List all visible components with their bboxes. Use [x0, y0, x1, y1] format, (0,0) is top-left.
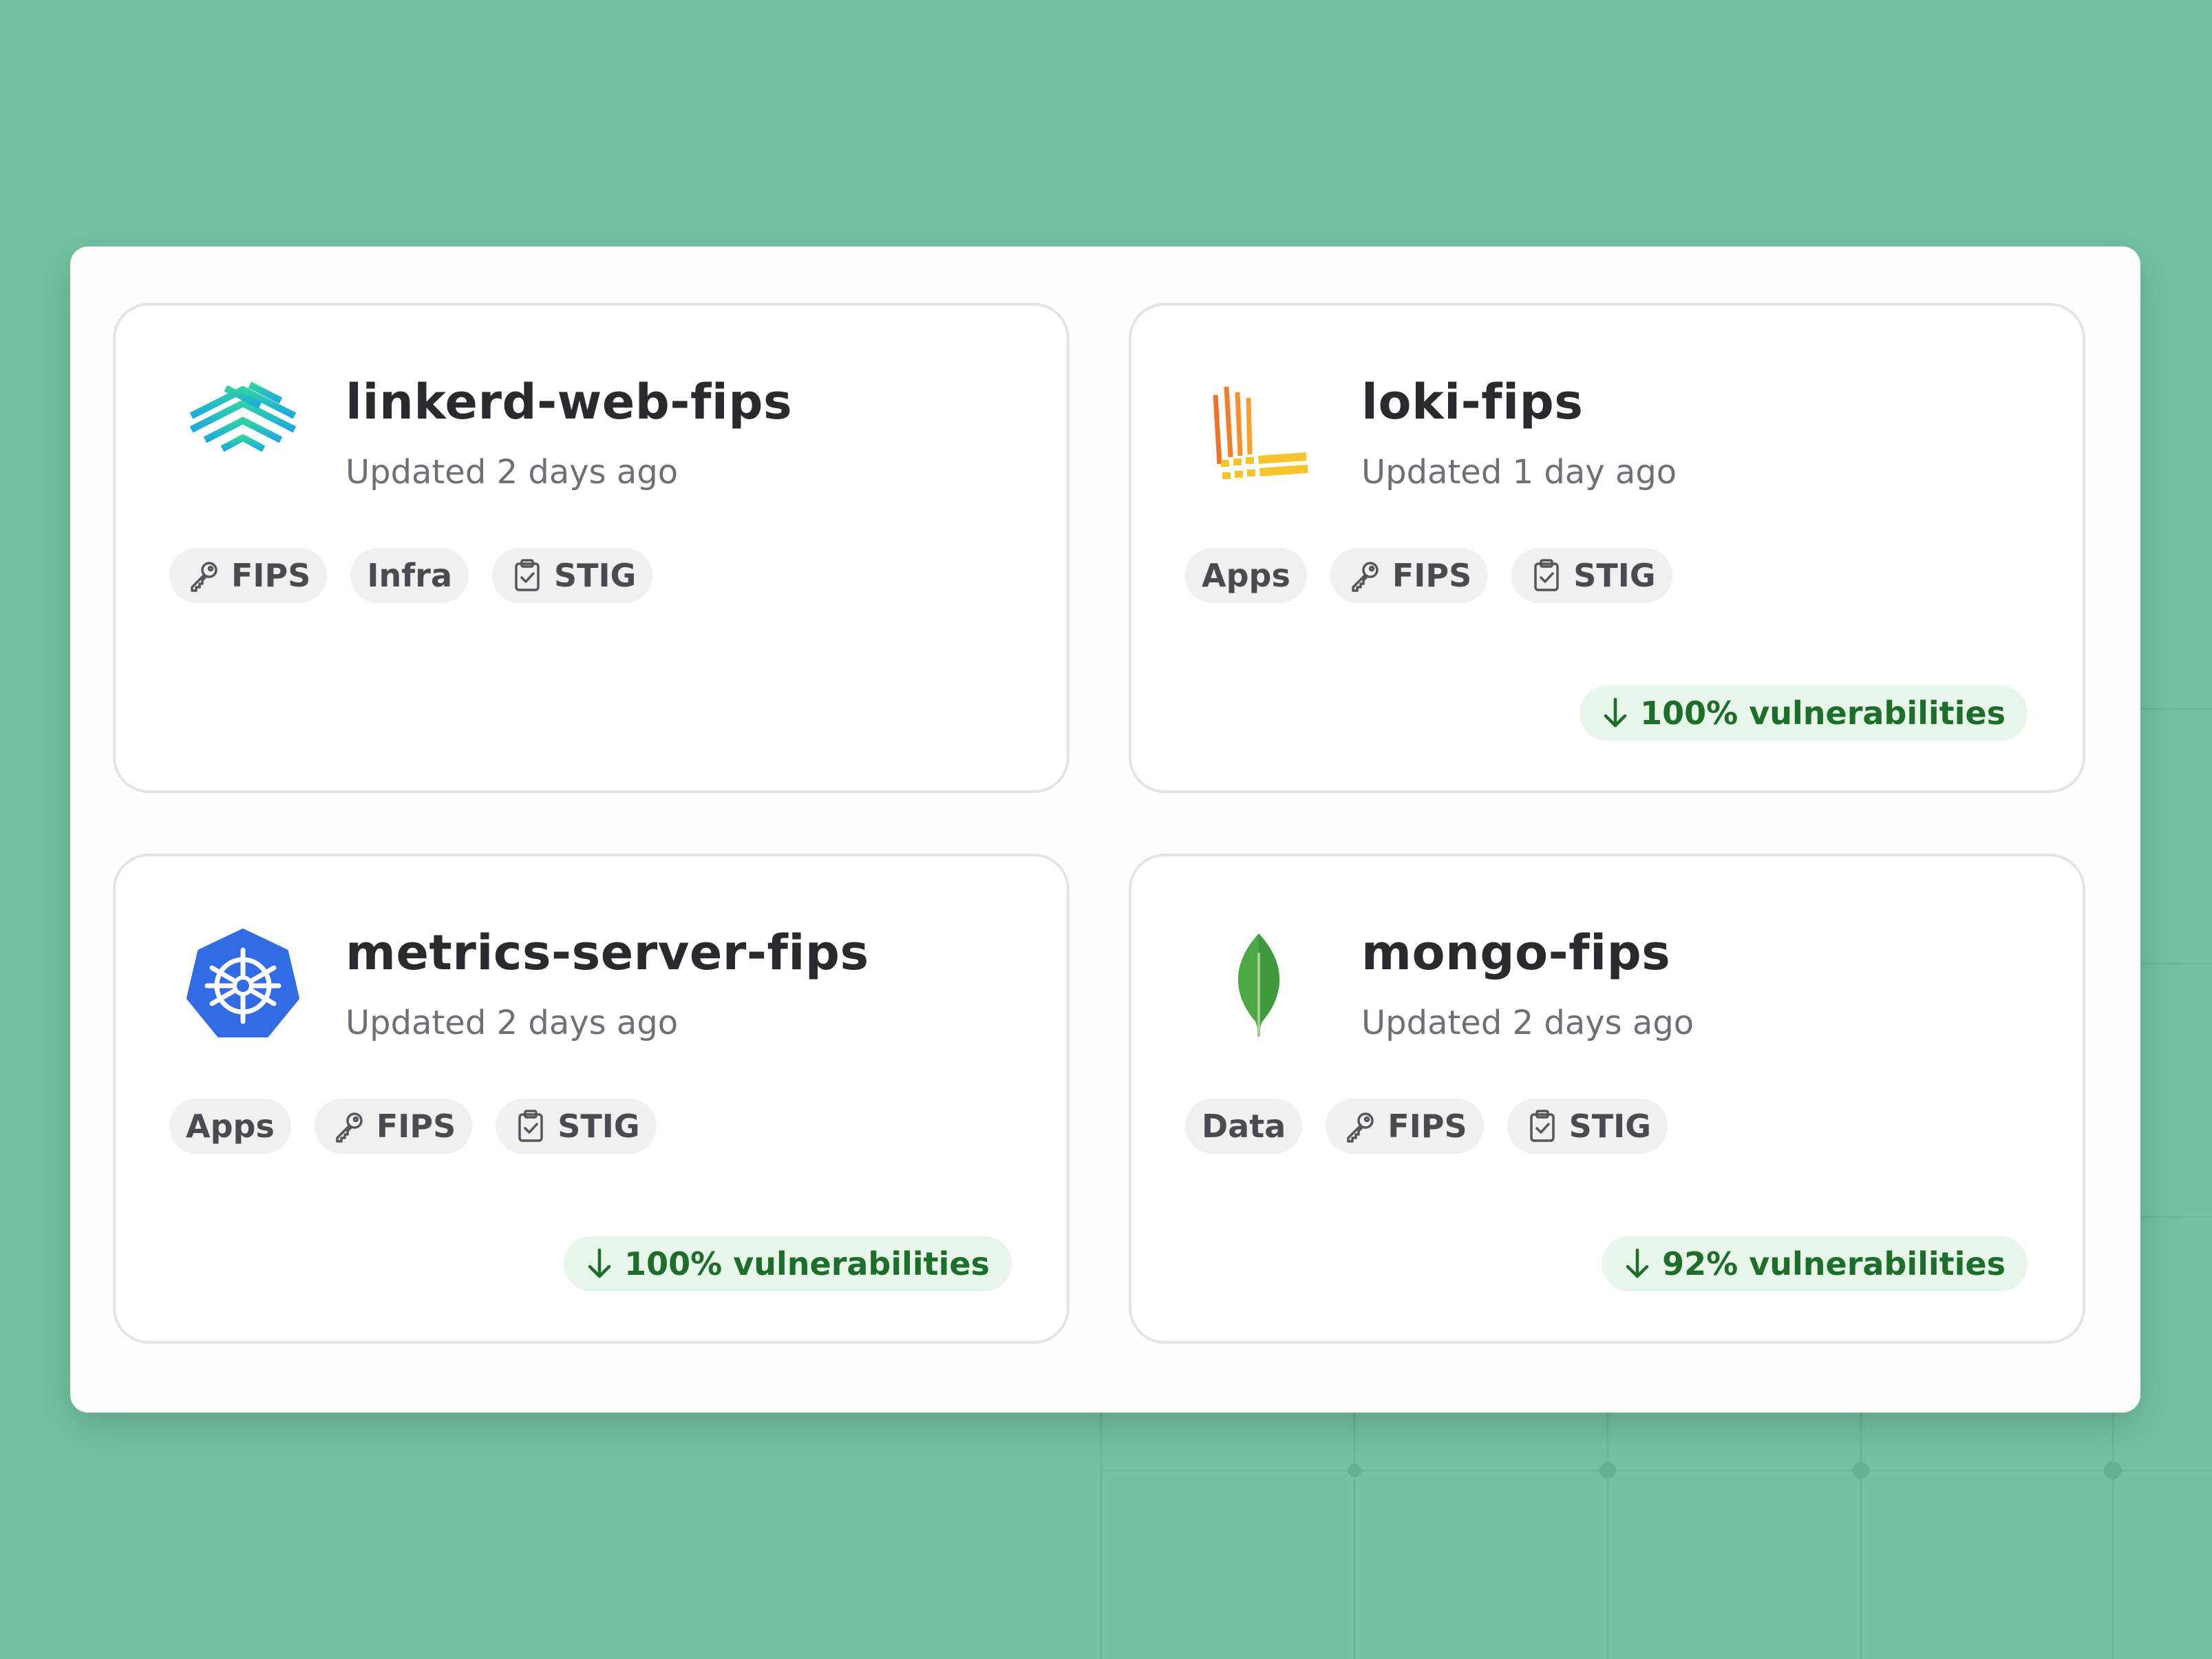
updated-timestamp: Updated 2 days ago — [1361, 1004, 1694, 1042]
tag-apps[interactable]: Apps — [1185, 548, 1307, 603]
mongodb-leaf-logo-icon — [1200, 925, 1317, 1042]
image-card-loki-fips[interactable]: loki-fips Updated 1 day ago Apps FIPS ST… — [1129, 303, 2085, 793]
vulnerability-reduction-badge: 92% vulnerabilities — [1602, 1236, 2028, 1291]
clipboard-check-icon — [512, 1108, 549, 1145]
clipboard-check-icon — [1524, 1108, 1561, 1145]
key-icon — [1347, 557, 1384, 594]
tag-label: STIG — [554, 557, 637, 594]
tag-label: FIPS — [1392, 557, 1472, 594]
tag-list: Data FIPS STIG — [1185, 1099, 1668, 1154]
image-card-mongo-fips[interactable]: mongo-fips Updated 2 days ago Data FIPS … — [1129, 854, 2085, 1344]
tag-label: STIG — [1573, 557, 1656, 594]
tag-list: Apps FIPS STIG — [169, 1099, 657, 1154]
image-card-linkerd-web-fips[interactable]: linkerd-web-fips Updated 2 days ago FIPS… — [113, 303, 1070, 793]
tag-label: Apps — [186, 1108, 275, 1145]
tag-stig[interactable]: STIG — [1507, 1099, 1668, 1154]
arrow-down-icon — [1600, 697, 1630, 730]
image-title[interactable]: metrics-server-fips — [345, 924, 869, 982]
vulnerability-text: 92% vulnerabilities — [1662, 1245, 2006, 1282]
tag-list: Apps FIPS STIG — [1185, 548, 1672, 603]
image-title[interactable]: linkerd-web-fips — [345, 373, 792, 431]
updated-timestamp: Updated 2 days ago — [345, 453, 679, 492]
tag-data[interactable]: Data — [1185, 1099, 1303, 1154]
tag-apps[interactable]: Apps — [169, 1099, 291, 1154]
tag-stig[interactable]: STIG — [496, 1099, 657, 1154]
tag-fips[interactable]: FIPS — [169, 548, 328, 603]
image-list-panel: linkerd-web-fips Updated 2 days ago FIPS… — [70, 246, 2140, 1413]
key-icon — [186, 557, 223, 594]
updated-timestamp: Updated 2 days ago — [345, 1004, 679, 1042]
tag-fips[interactable]: FIPS — [314, 1099, 473, 1154]
clipboard-check-icon — [1528, 557, 1565, 594]
tag-stig[interactable]: STIG — [492, 548, 653, 603]
image-title[interactable]: mongo-fips — [1361, 924, 1670, 982]
loki-logo-icon — [1200, 374, 1317, 492]
tag-label: Data — [1202, 1108, 1286, 1145]
clipboard-check-icon — [509, 557, 546, 594]
key-icon — [1342, 1108, 1379, 1145]
linkerd-logo-icon — [184, 374, 301, 492]
tag-label: Infra — [367, 557, 452, 594]
vulnerability-reduction-badge: 100% vulnerabilities — [564, 1236, 1012, 1291]
tag-fips[interactable]: FIPS — [1330, 548, 1489, 603]
tag-label: FIPS — [1387, 1108, 1467, 1145]
tag-stig[interactable]: STIG — [1511, 548, 1672, 603]
image-card-metrics-server-fips[interactable]: metrics-server-fips Updated 2 days ago A… — [113, 854, 1070, 1344]
key-icon — [331, 1108, 368, 1145]
arrow-down-icon — [584, 1247, 615, 1280]
image-title[interactable]: loki-fips — [1361, 373, 1583, 431]
updated-timestamp: Updated 1 day ago — [1361, 453, 1677, 492]
tag-list: FIPS Infra STIG — [169, 548, 653, 603]
vulnerability-reduction-badge: 100% vulnerabilities — [1580, 686, 2028, 741]
tag-label: FIPS — [376, 1108, 456, 1145]
tag-label: STIG — [557, 1108, 640, 1145]
arrow-down-icon — [1622, 1247, 1652, 1280]
tag-label: STIG — [1568, 1108, 1652, 1145]
tag-fips[interactable]: FIPS — [1326, 1099, 1484, 1154]
kubernetes-logo-icon — [184, 925, 301, 1042]
tag-label: FIPS — [231, 557, 311, 594]
vulnerability-text: 100% vulnerabilities — [1640, 695, 2006, 732]
vulnerability-text: 100% vulnerabilities — [624, 1245, 990, 1282]
tag-infra[interactable]: Infra — [350, 548, 469, 603]
tag-label: Apps — [1202, 557, 1290, 594]
